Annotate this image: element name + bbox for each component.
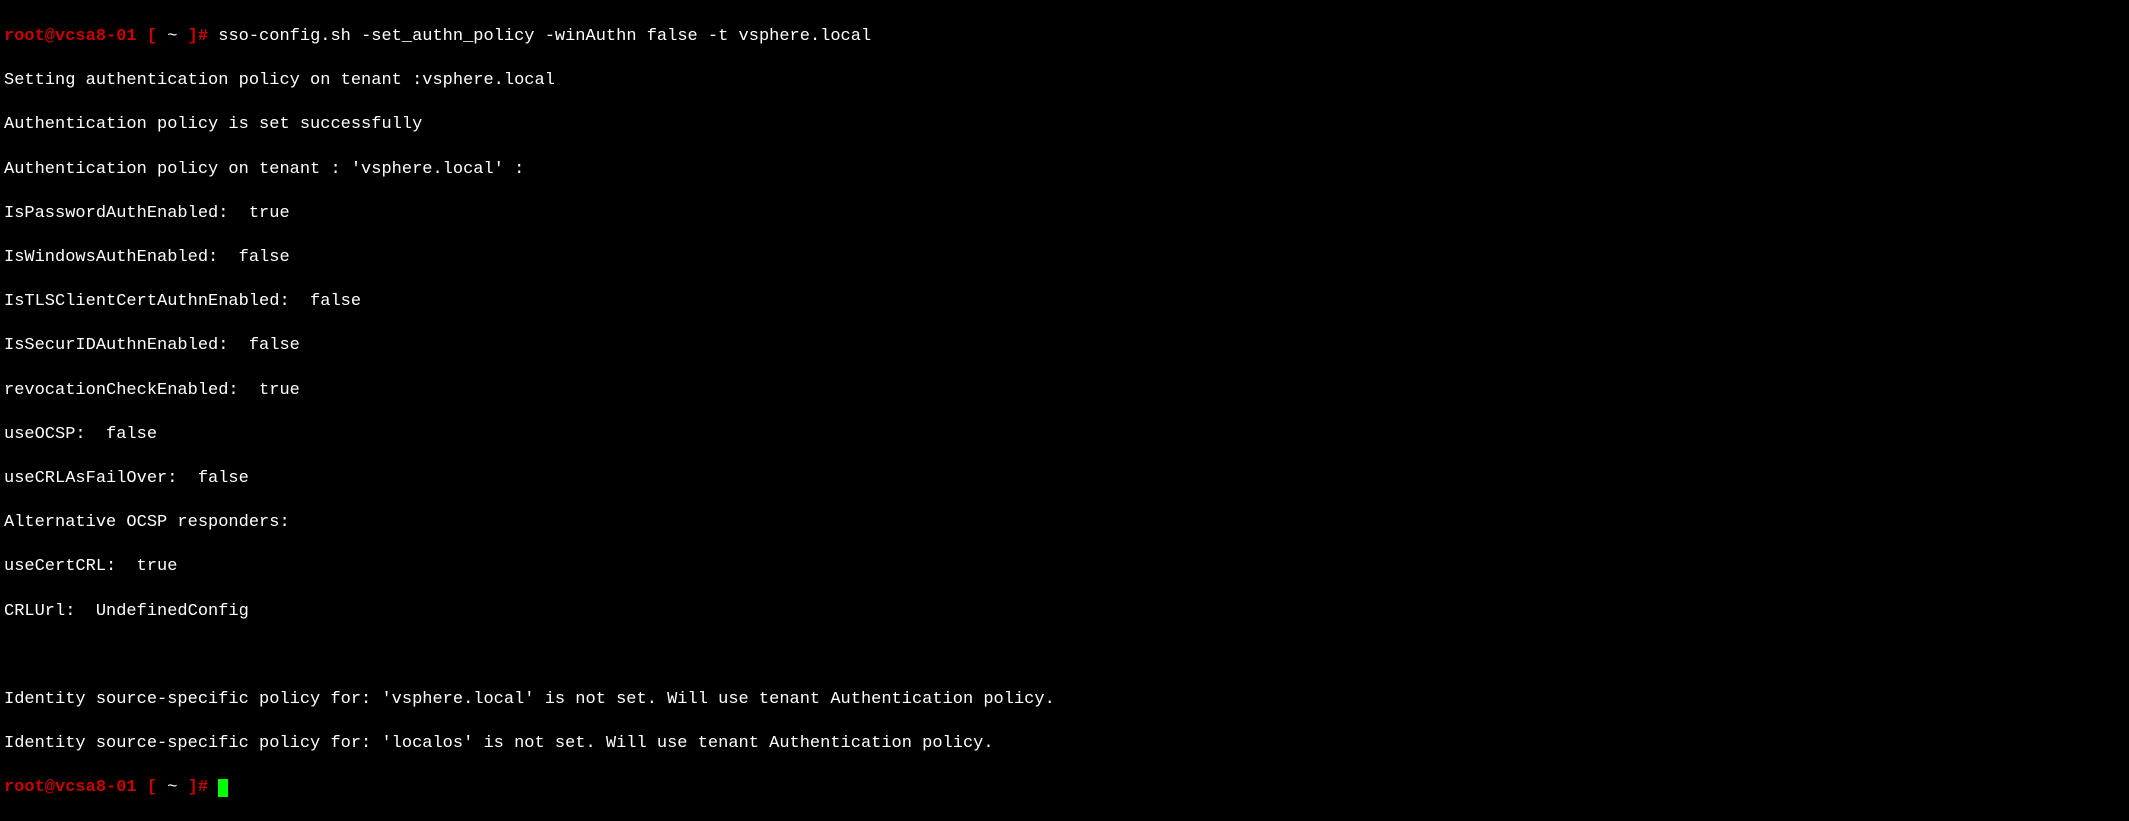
prompt-bracket-close: ]# — [177, 27, 218, 46]
command-text: sso-config.sh -set_authn_policy -winAuth… — [218, 27, 871, 46]
output-line: Authentication policy on tenant : 'vsphe… — [4, 159, 2125, 181]
prompt-user-host: root@vcsa8-01 — [4, 27, 137, 46]
terminal-output[interactable]: root@vcsa8-01 [ ~ ]# sso-config.sh -set_… — [4, 4, 2125, 821]
output-line: IsTLSClientCertAuthnEnabled: false — [4, 291, 2125, 313]
output-line: Authentication policy is set successfull… — [4, 114, 2125, 136]
output-line: CRLUrl: UndefinedConfig — [4, 601, 2125, 623]
command-line: root@vcsa8-01 [ ~ ]# sso-config.sh -set_… — [4, 26, 2125, 48]
prompt-bracket-close: ]# — [177, 778, 218, 797]
output-line: useOCSP: false — [4, 424, 2125, 446]
output-line: revocationCheckEnabled: true — [4, 380, 2125, 402]
output-line: useCRLAsFailOver: false — [4, 468, 2125, 490]
output-line: Alternative OCSP responders: — [4, 512, 2125, 534]
prompt-line: root@vcsa8-01 [ ~ ]# — [4, 777, 2125, 799]
prompt-tilde: ~ — [167, 27, 177, 46]
prompt-bracket-open: [ — [137, 27, 168, 46]
cursor-icon — [218, 779, 228, 797]
output-line: IsWindowsAuthEnabled: false — [4, 247, 2125, 269]
output-line: IsPasswordAuthEnabled: true — [4, 203, 2125, 225]
output-line: Setting authentication policy on tenant … — [4, 70, 2125, 92]
output-line: useCertCRL: true — [4, 556, 2125, 578]
output-line: Identity source-specific policy for: 'vs… — [4, 689, 2125, 711]
prompt-bracket-open: [ — [137, 778, 168, 797]
output-line: Identity source-specific policy for: 'lo… — [4, 733, 2125, 755]
output-line: IsSecurIDAuthnEnabled: false — [4, 335, 2125, 357]
prompt-user-host: root@vcsa8-01 — [4, 778, 137, 797]
prompt-tilde: ~ — [167, 778, 177, 797]
